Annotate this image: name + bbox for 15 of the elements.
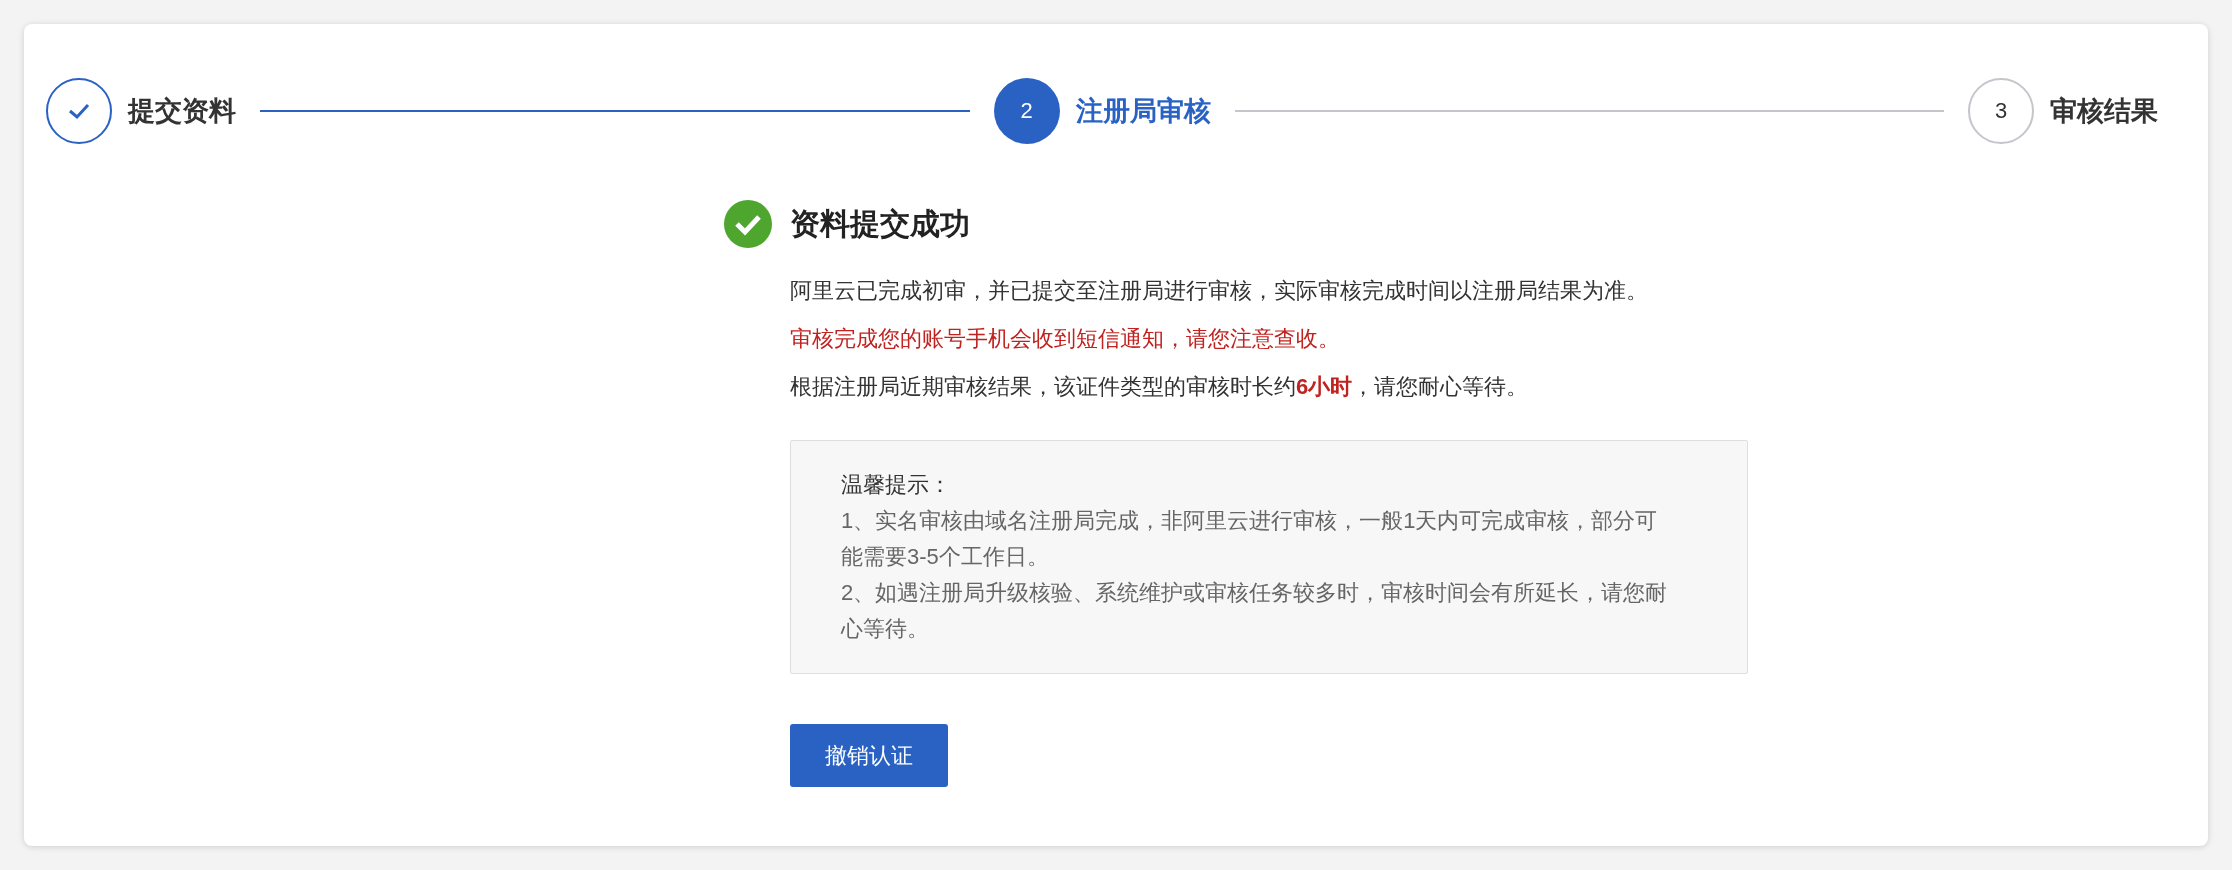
tip-text: 2、如遇注册局升级核验、系统维护或审核任务较多时，审核时间会有所延长，请您耐心等待。	[841, 579, 1669, 643]
step-label: 注册局审核	[1075, 95, 1211, 128]
step-number: 2	[993, 78, 1060, 144]
info-text: 阿里云已完成初审，并已提交至注册局进行审核，实际审核完成时间以注册局结果为准。	[790, 277, 1649, 305]
cancel-verification-button[interactable]: 撤销认证	[790, 724, 948, 787]
step-label: 提交资料	[128, 95, 236, 128]
check-icon	[67, 102, 91, 120]
success-check-icon	[724, 200, 772, 248]
tips-title: 温馨提示：	[841, 471, 952, 499]
info-text: 审核完成您的账号手机会收到短信通知，请您注意查收。	[790, 325, 1341, 353]
step-label: 审核结果	[2050, 95, 2158, 128]
tip-text: 1、实名审核由域名注册局完成，非阿里云进行审核，一般1天内可完成审核，部分可能需要3-5个工作日。	[841, 507, 1659, 571]
success-title: 资料提交成功	[790, 205, 970, 242]
info-text: 根据注册局近期审核结果，该证件类型的审核时长约6小时，请您耐心等待。	[790, 373, 1530, 401]
step-number: 3	[1968, 78, 2034, 144]
